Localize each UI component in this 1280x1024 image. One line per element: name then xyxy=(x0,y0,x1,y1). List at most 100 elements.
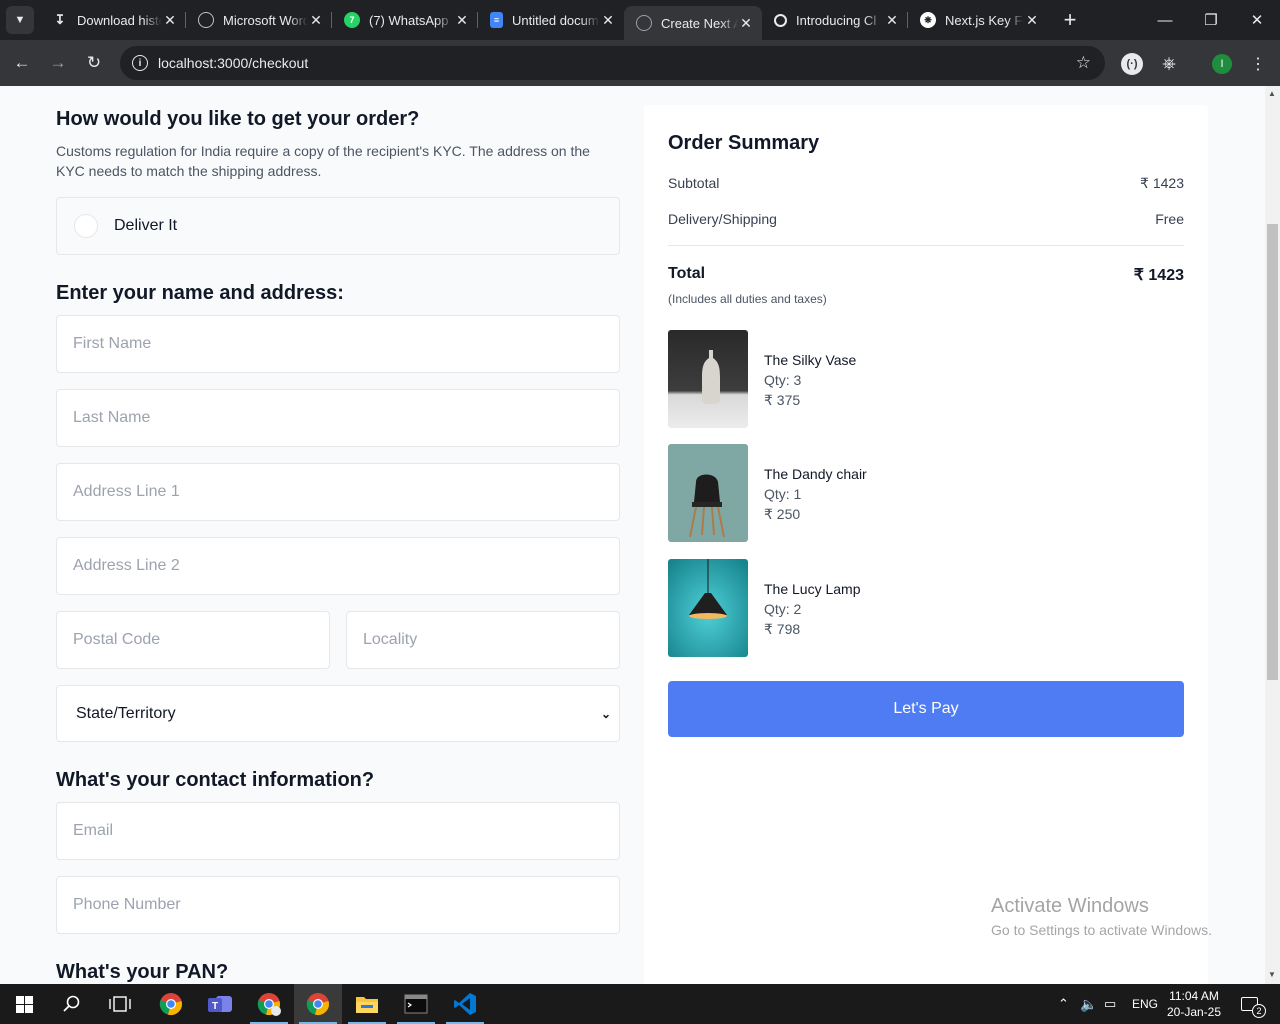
watermark-title: Activate Windows xyxy=(991,895,1149,917)
close-icon[interactable]: ✕ xyxy=(600,12,616,29)
total-value: ₹ 1423 xyxy=(1133,267,1184,284)
chrome-profile-icon[interactable] xyxy=(245,984,293,1024)
item-price: ₹ 250 xyxy=(764,506,801,522)
chair-image xyxy=(668,444,748,542)
item-qty: Qty: 1 xyxy=(764,486,802,502)
tab-create-next-app[interactable]: Create Next Ap ✕ xyxy=(624,6,762,40)
tab-introducing[interactable]: Introducing Cl ✕ xyxy=(762,0,908,40)
first-name-field[interactable] xyxy=(56,315,620,373)
deliver-it-option[interactable]: Deliver It xyxy=(56,197,620,255)
locality-field[interactable] xyxy=(346,611,620,669)
close-icon[interactable]: ✕ xyxy=(884,12,900,29)
forward-button[interactable]: → xyxy=(40,45,76,81)
email-field[interactable] xyxy=(56,802,620,860)
notification-center-icon[interactable]: 2 xyxy=(1236,984,1266,1024)
delivery-heading: How would you like to get your order? xyxy=(56,108,420,130)
globe-icon xyxy=(198,12,214,28)
vscode-icon[interactable] xyxy=(441,984,489,1024)
menu-kebab-icon[interactable]: ⋮ xyxy=(1246,52,1270,76)
delivery-description: Customs regulation for India require a c… xyxy=(56,143,590,179)
phone-input[interactable] xyxy=(73,896,619,914)
extension-icon[interactable]: (·) xyxy=(1120,52,1144,76)
chrome-active-icon[interactable] xyxy=(294,984,342,1024)
tab-google-docs[interactable]: ≡ Untitled docum ✕ xyxy=(478,0,624,40)
profile-avatar[interactable]: I xyxy=(1210,52,1234,76)
reload-button[interactable]: ↻ xyxy=(76,45,112,81)
task-view-icon[interactable] xyxy=(96,984,144,1024)
download-icon: ↧ xyxy=(54,12,66,27)
address-bar[interactable]: i localhost:3000/checkout ☆ xyxy=(120,46,1105,80)
locality-input[interactable] xyxy=(363,631,619,649)
file-explorer-icon[interactable] xyxy=(343,984,391,1024)
close-window-button[interactable]: ✕ xyxy=(1234,0,1280,40)
postal-code-input[interactable] xyxy=(73,631,329,649)
close-icon[interactable]: ✕ xyxy=(1024,12,1040,29)
order-summary-card: Order Summary Subtotal ₹ 1423 Delivery/S… xyxy=(644,105,1208,984)
postal-code-field[interactable] xyxy=(56,611,330,669)
order-summary-title: Order Summary xyxy=(668,132,820,154)
total-label: Total xyxy=(668,265,706,282)
restore-button[interactable]: ❐ xyxy=(1188,0,1234,40)
deliver-radio[interactable] xyxy=(74,214,98,238)
activate-windows-watermark: Activate Windows Go to Settings to activ… xyxy=(991,895,1212,938)
tab-title: Microsoft Word xyxy=(223,12,308,28)
scrollbar-thumb[interactable] xyxy=(1267,224,1278,680)
address-line1-input[interactable] xyxy=(73,483,619,501)
tab-whatsapp[interactable]: 7 (7) WhatsApp ✕ xyxy=(332,0,478,40)
email-input[interactable] xyxy=(73,822,619,840)
first-name-input[interactable] xyxy=(73,335,619,353)
info-icon[interactable]: i xyxy=(132,55,148,71)
watermark-subtitle: Go to Settings to activate Windows. xyxy=(991,922,1212,938)
close-icon[interactable]: ✕ xyxy=(162,12,178,29)
browser-tab-strip: ▼ ↧ Download histo ✕ Microsoft Word ✕ 7 … xyxy=(0,0,1280,40)
last-name-field[interactable] xyxy=(56,389,620,447)
clock-date: 20-Jan-25 xyxy=(1166,1005,1222,1019)
start-button[interactable] xyxy=(0,984,48,1024)
extensions-puzzle-icon[interactable]: ⎈ xyxy=(1157,52,1181,76)
scroll-down-arrow-icon[interactable]: ▼ xyxy=(1268,970,1276,979)
tab-download-history[interactable]: ↧ Download histo ✕ xyxy=(40,0,186,40)
page-scrollbar[interactable]: ▲ ▼ xyxy=(1265,86,1280,984)
tab-microsoft-word[interactable]: Microsoft Word ✕ xyxy=(186,0,332,40)
phone-field[interactable] xyxy=(56,876,620,934)
subtotal-value: ₹ 1423 xyxy=(1140,175,1184,191)
tab-search-button[interactable]: ▼ xyxy=(6,6,34,34)
bookmark-star-icon[interactable]: ☆ xyxy=(1076,53,1091,73)
new-tab-button[interactable]: + xyxy=(1056,6,1084,34)
back-button[interactable]: ← xyxy=(4,45,40,81)
scroll-up-arrow-icon[interactable]: ▲ xyxy=(1268,89,1276,98)
state-select[interactable]: State/Territory ⌄ xyxy=(56,685,620,742)
address-line1-field[interactable] xyxy=(56,463,620,521)
item-name: The Dandy chair xyxy=(764,466,867,482)
tab-title: Introducing Cl xyxy=(796,12,877,28)
pay-button[interactable]: Let's Pay xyxy=(668,681,1184,737)
chevron-down-icon: ⌄ xyxy=(600,706,611,721)
summary-divider xyxy=(668,245,1184,246)
address-line2-field[interactable] xyxy=(56,537,620,595)
url-text[interactable]: localhost:3000/checkout xyxy=(158,55,308,71)
item-price: ₹ 375 xyxy=(764,392,801,408)
tab-title: Download histo xyxy=(77,12,162,28)
teams-icon[interactable]: T xyxy=(196,984,244,1024)
cart-item: The Lucy Lamp Qty: 2 ₹ 798 xyxy=(668,559,1184,657)
network-icon[interactable]: ▭ xyxy=(1104,984,1116,1024)
volume-icon[interactable]: 🔈 xyxy=(1080,984,1097,1024)
chrome-icon[interactable] xyxy=(147,984,195,1024)
search-icon[interactable] xyxy=(48,984,96,1024)
tab-title: Untitled docum xyxy=(512,12,599,28)
address-line2-input[interactable] xyxy=(73,557,619,575)
minimize-button[interactable]: — xyxy=(1142,0,1188,40)
item-name: The Lucy Lamp xyxy=(764,581,861,597)
language-indicator[interactable]: ENG xyxy=(1132,984,1158,1024)
last-name-input[interactable] xyxy=(73,409,619,427)
close-icon[interactable]: ✕ xyxy=(308,12,324,29)
close-icon[interactable]: ✕ xyxy=(454,12,470,29)
tab-nextjs-key-features[interactable]: ❋ Next.js Key Fe ✕ xyxy=(908,0,1048,40)
close-icon[interactable]: ✕ xyxy=(738,15,754,32)
clock[interactable]: 11:04 AM 20-Jan-25 xyxy=(1166,984,1222,1024)
terminal-icon[interactable] xyxy=(392,984,440,1024)
tray-overflow-chevron-icon[interactable]: ⌃ xyxy=(1058,984,1069,1024)
lamp-image xyxy=(668,559,748,657)
total-note: (Includes all duties and taxes) xyxy=(668,292,827,306)
item-qty: Qty: 3 xyxy=(764,372,802,388)
